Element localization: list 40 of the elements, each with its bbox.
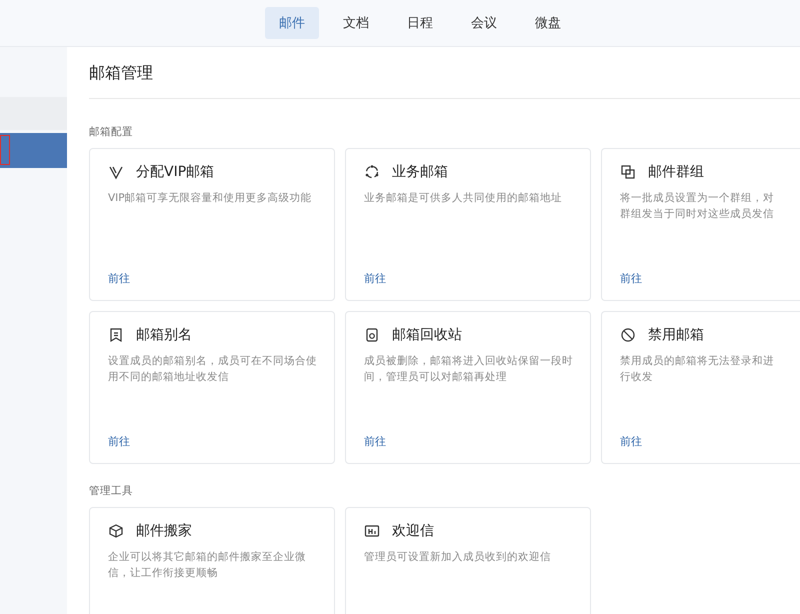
card-description: 企业可以将其它邮箱的邮件搬家至企业微信，让工作衔接更顺畅 xyxy=(108,550,307,581)
bin-icon xyxy=(364,327,380,343)
card-description: 业务邮箱是可供多人共同使用的邮箱地址 xyxy=(364,191,563,206)
card-title: 禁用邮箱 xyxy=(648,326,704,344)
card-description: 禁用成员的邮箱将无法登录和进行收发 xyxy=(620,354,775,385)
circle-dots-icon xyxy=(364,164,380,180)
nav-tab[interactable]: 微盘 xyxy=(521,7,575,39)
highlight-marker xyxy=(0,135,10,165)
card-title: 分配VIP邮箱 xyxy=(136,163,214,181)
card-title: 邮件搬家 xyxy=(136,522,192,540)
card-description: 管理员可设置新加入成员收到的欢迎信 xyxy=(364,550,552,565)
section-label: 管理工具 xyxy=(89,484,134,498)
card-title: 邮件群组 xyxy=(648,163,704,181)
nav-tab[interactable]: 会议 xyxy=(457,7,511,39)
card-title: 欢迎信 xyxy=(392,522,434,540)
card-description: 设置成员的邮箱别名，成员可在不同场合使用不同的邮箱地址收发信 xyxy=(108,354,318,385)
go-link[interactable]: 前往 xyxy=(364,434,386,449)
prohibition-icon xyxy=(620,327,636,343)
go-link[interactable]: 前往 xyxy=(364,271,386,286)
card-title: 邮箱回收站 xyxy=(392,326,462,344)
hi-frame-icon xyxy=(364,523,380,539)
card-description: 将一批成员设置为一个群组，对群组发当于同时对这些成员发信 xyxy=(620,191,775,222)
section-label: 邮箱配置 xyxy=(89,125,134,139)
card-description: 成员被删除，邮箱将进入回收站保留一段时间，管理员可以对邮箱再处理 xyxy=(364,354,574,385)
overlapping-squares-icon xyxy=(620,164,636,180)
go-link[interactable]: 前往 xyxy=(620,271,642,286)
cube-icon xyxy=(108,523,124,539)
bookmark-icon xyxy=(108,327,124,343)
v-icon xyxy=(108,164,124,180)
card-title: 邮箱别名 xyxy=(136,326,192,344)
nav-tab[interactable]: 邮件 xyxy=(265,7,319,39)
nav-tab[interactable]: 文档 xyxy=(329,7,383,39)
go-link[interactable]: 前往 xyxy=(108,434,130,449)
selected-sidebar-item[interactable] xyxy=(0,133,67,168)
page-title: 邮箱管理 xyxy=(89,47,800,99)
go-link[interactable]: 前往 xyxy=(108,271,130,286)
nav-tab[interactable]: 日程 xyxy=(393,7,447,39)
go-link[interactable]: 前往 xyxy=(620,434,642,449)
card-title: 业务邮箱 xyxy=(392,163,448,181)
card-description: VIP邮箱可享无限容量和使用更多高级功能 xyxy=(108,191,313,206)
